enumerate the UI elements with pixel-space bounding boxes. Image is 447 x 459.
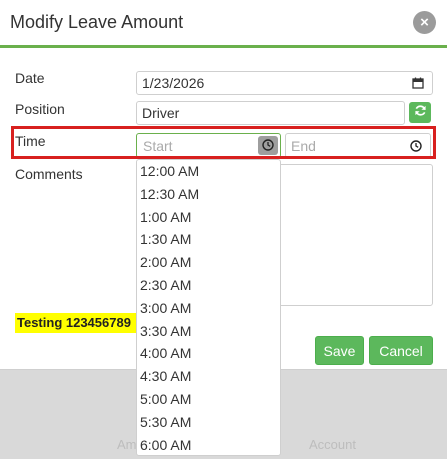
time-option[interactable]: 1:30 AM xyxy=(137,228,280,251)
save-button[interactable]: Save xyxy=(315,336,364,365)
position-value: Driver xyxy=(142,105,180,121)
time-option[interactable]: 3:30 AM xyxy=(137,320,280,343)
time-option[interactable]: 2:00 AM xyxy=(137,251,280,274)
modal-header: Modify Leave Amount × xyxy=(0,0,447,48)
time-option[interactable]: 4:30 AM xyxy=(137,365,280,388)
close-icon: × xyxy=(420,14,429,31)
time-row-highlight xyxy=(11,126,436,159)
close-button[interactable]: × xyxy=(413,11,436,34)
date-value: 1/23/2026 xyxy=(142,75,205,91)
time-option[interactable]: 2:30 AM xyxy=(137,274,280,297)
cancel-button[interactable]: Cancel xyxy=(369,336,433,365)
time-option[interactable]: 1:00 AM xyxy=(137,206,280,229)
comments-label: Comments xyxy=(15,166,83,182)
date-label: Date xyxy=(15,70,45,86)
time-option[interactable]: 3:00 AM xyxy=(137,297,280,320)
time-option[interactable]: 5:30 AM xyxy=(137,411,280,434)
backdrop-label-left: Am xyxy=(117,437,137,452)
time-option[interactable]: 12:00 AM xyxy=(137,160,280,183)
backdrop-label-account: Account xyxy=(309,437,356,452)
time-option[interactable]: 6:00 AM xyxy=(137,434,280,455)
testing-badge: Testing 123456789 xyxy=(15,313,137,333)
modal-title: Modify Leave Amount xyxy=(10,12,184,32)
position-label: Position xyxy=(15,101,65,117)
time-option[interactable]: 4:00 AM xyxy=(137,342,280,365)
start-time-dropdown: 12:00 AM 12:30 AM 1:00 AM 1:30 AM 2:00 A… xyxy=(136,159,281,456)
refresh-position-button[interactable] xyxy=(409,102,431,123)
position-field[interactable]: Driver xyxy=(136,101,405,125)
refresh-icon xyxy=(414,104,427,122)
time-option[interactable]: 5:00 AM xyxy=(137,388,280,411)
time-option[interactable]: 12:30 AM xyxy=(137,183,280,206)
date-field[interactable]: 1/23/2026 xyxy=(136,71,433,95)
calendar-icon[interactable] xyxy=(411,76,425,90)
